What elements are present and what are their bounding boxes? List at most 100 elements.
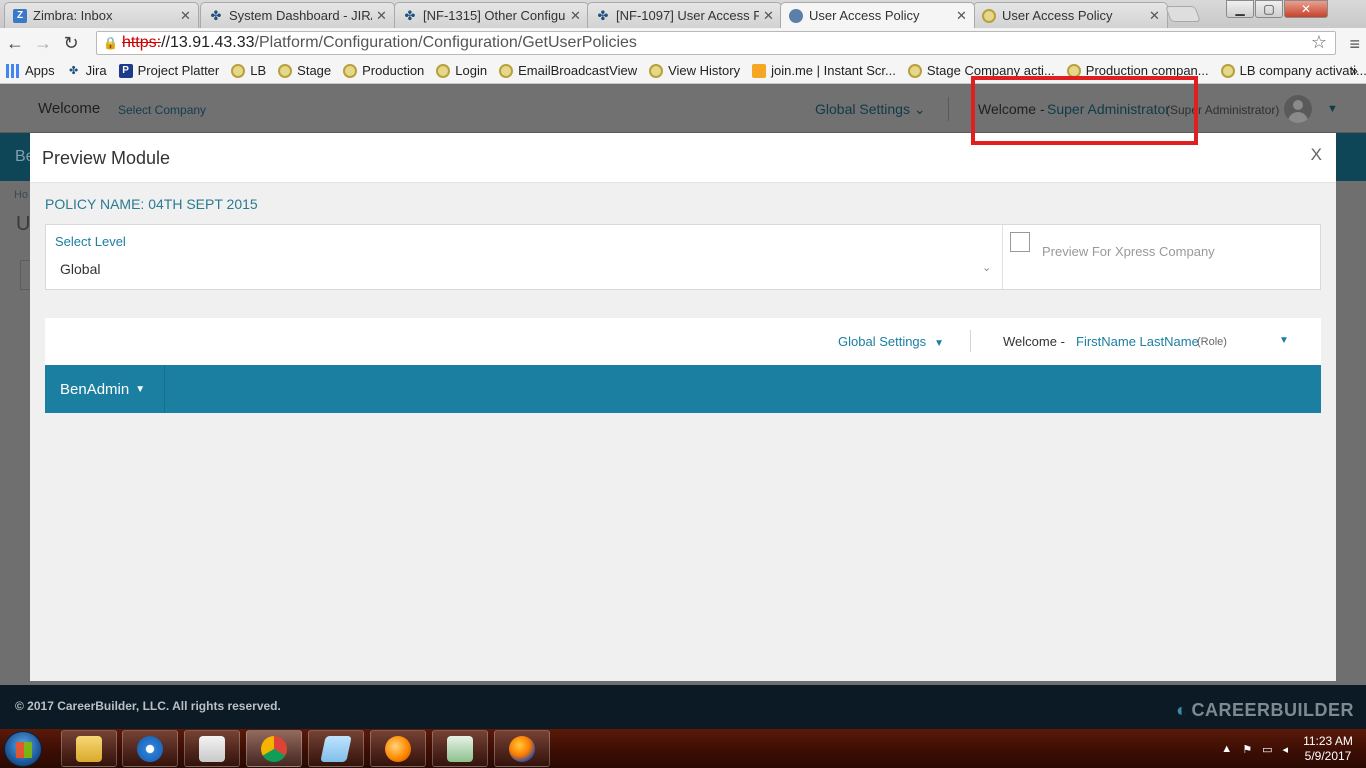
site-icon (982, 8, 996, 23)
preview-global-settings-menu[interactable]: Global Settings ▼ (838, 334, 944, 349)
tab-jira-dashboard[interactable]: ✤ System Dashboard - JIRA ✕ (200, 2, 395, 28)
modal-title: Preview Module (42, 148, 171, 168)
chevron-down-icon[interactable]: ▼ (1279, 335, 1289, 346)
close-icon[interactable]: ✕ (376, 8, 388, 24)
chevron-down-icon[interactable]: ⌄ (982, 261, 991, 274)
notes-icon (320, 735, 352, 762)
bookmark-label: Stage (297, 63, 332, 78)
site-icon (649, 63, 664, 78)
start-button[interactable] (4, 731, 42, 767)
apps-icon (6, 63, 20, 78)
close-icon[interactable]: ✕ (956, 8, 968, 24)
close-icon[interactable]: ✕ (1149, 8, 1161, 24)
taskbar-explorer[interactable] (61, 730, 117, 767)
bookmark-stage[interactable]: Stage (278, 63, 331, 78)
careerbuilder-mark-icon: ◐ (1176, 700, 1188, 720)
bookmark-star-icon[interactable]: ☆ (1311, 32, 1327, 53)
tab-user-access-policy-active[interactable]: User Access Policy ✕ (780, 2, 975, 28)
window-close-button[interactable]: ✕ (1284, 0, 1328, 18)
tab-zimbra[interactable]: Z Zimbra: Inbox ✕ (4, 2, 199, 28)
global-settings-menu[interactable]: Global Settings ⌄ (815, 101, 926, 118)
system-tray: ▲ ⚑ ▭ ◂ 11:23 AM 5/9/2017 (1221, 731, 1358, 767)
clock-date: 5/9/2017 (1304, 749, 1352, 763)
bookmark-label: Production (362, 63, 425, 78)
minimize-button[interactable]: ▁ (1226, 0, 1254, 18)
tab-title: Zimbra: Inbox (33, 8, 113, 23)
insecure-lock-icon[interactable]: 🔒 (103, 36, 118, 50)
bookmark-project-platter[interactable]: P Project Platter (118, 63, 220, 78)
back-arrow-icon[interactable]: ← (2, 30, 28, 56)
taskbar-media-player[interactable] (184, 730, 240, 767)
brand-text: CAREERBUILDER (1191, 700, 1354, 720)
bookmark-production[interactable]: Production (343, 63, 424, 78)
new-tab-button[interactable] (1165, 6, 1201, 22)
volume-icon[interactable]: ◂ (1282, 743, 1288, 756)
xpress-company-label[interactable]: Preview For Xpress Company (1042, 244, 1215, 259)
select-company-link[interactable]: Select Company (118, 103, 206, 117)
preview-user-role: (Role) (1197, 336, 1227, 348)
annotation-highlight-box (971, 76, 1198, 145)
taskbar-firefox[interactable] (494, 730, 550, 767)
taskbar-notes[interactable] (308, 730, 364, 767)
taskbar-chrome[interactable] (246, 730, 302, 767)
chevron-down-icon[interactable]: ▼ (1327, 103, 1338, 115)
preview-module-modal: Preview Module X POLICY NAME: 04TH SEPT … (30, 133, 1336, 681)
chrome-icon (261, 735, 287, 762)
windows-explorer-icon (76, 735, 102, 762)
select-level-dropdown[interactable]: Global (60, 261, 100, 277)
xpress-company-checkbox[interactable] (1010, 232, 1030, 252)
zimbra-icon: Z (13, 8, 27, 23)
maximize-button[interactable]: ▢ (1255, 0, 1283, 18)
browser-toolbar: ← → ↻ 🔒 https: //13.91.43.33 /Platform/C… (0, 28, 1366, 58)
preview-global-settings-label: Global Settings (838, 334, 927, 349)
page-footer: © 2017 CareerBuilder, LLC. All rights re… (0, 685, 1366, 729)
select-level-label: Select Level (55, 234, 126, 249)
preview-divider (970, 330, 971, 352)
taskbar-calculator[interactable] (432, 730, 488, 767)
jira-icon: ✤ (210, 7, 222, 23)
close-icon[interactable]: ✕ (763, 8, 775, 24)
tab-title: User Access Policy (809, 8, 920, 23)
bookmark-lb[interactable]: LB (231, 63, 266, 78)
site-icon (1220, 63, 1235, 78)
tray-expand-icon[interactable]: ▲ (1221, 743, 1232, 755)
preview-user-name[interactable]: FirstName LastName (1076, 334, 1199, 349)
bookmark-lb-company[interactable]: LB company activati... (1220, 63, 1366, 78)
reload-icon[interactable]: ↻ (58, 30, 84, 56)
network-icon[interactable]: ▭ (1262, 743, 1272, 756)
modal-close-button[interactable]: X (1311, 145, 1322, 165)
close-icon[interactable]: ✕ (570, 8, 582, 24)
firefox-icon (509, 735, 535, 762)
forward-arrow-icon[interactable]: → (30, 30, 56, 56)
global-settings-label: Global Settings (815, 101, 910, 117)
bookmark-apps[interactable]: Apps (6, 63, 55, 78)
bookmark-jira[interactable]: ✤ Jira (67, 63, 107, 78)
address-bar[interactable]: 🔒 https: //13.91.43.33 /Platform/Configu… (96, 31, 1336, 55)
action-center-flag-icon[interactable]: ⚑ (1242, 743, 1252, 756)
taskbar-orange-app[interactable] (370, 730, 426, 767)
bookmark-joinme[interactable]: join.me | Instant Scr... (752, 63, 896, 78)
bookmark-label: Apps (25, 63, 55, 78)
chevron-down-icon: ⌄ (913, 101, 926, 117)
taskbar-clock[interactable]: 11:23 AM 5/9/2017 (1298, 734, 1358, 764)
tab-user-access-policy[interactable]: User Access Policy ✕ (973, 2, 1168, 28)
taskbar-ie[interactable] (122, 730, 178, 767)
tab-nf-1315[interactable]: ✤ [NF-1315] Other Configur ✕ (394, 2, 589, 28)
bookmark-view-history[interactable]: View History (649, 63, 740, 78)
bookmark-label: Project Platter (137, 63, 220, 78)
bookmarks-overflow-button[interactable]: » (1351, 63, 1358, 78)
url-protocol: https: (121, 34, 162, 51)
modal-body: POLICY NAME: 04TH SEPT 2015 Select Level… (30, 183, 1336, 681)
bookmark-login[interactable]: Login (436, 63, 487, 78)
bookmark-emailbroadcastview[interactable]: EmailBroadcastView (499, 63, 637, 78)
avatar[interactable] (1284, 95, 1312, 123)
browser-menu-icon[interactable]: ≡ (1349, 34, 1360, 55)
media-player-icon (199, 735, 225, 762)
bookmark-label: EmailBroadcastView (518, 63, 638, 78)
browser-tab-strip: Z Zimbra: Inbox ✕ ✤ System Dashboard - J… (0, 0, 1366, 28)
tab-nf-1097[interactable]: ✤ [NF-1097] User Access Po ✕ (587, 2, 782, 28)
preview-nav-benadmin[interactable]: BenAdmin ▼ (45, 365, 165, 413)
preview-welcome-text: Welcome (1003, 334, 1057, 349)
close-icon[interactable]: ✕ (180, 8, 192, 24)
careerbuilder-logo: ◐ CAREERBUILDER (1176, 700, 1354, 721)
